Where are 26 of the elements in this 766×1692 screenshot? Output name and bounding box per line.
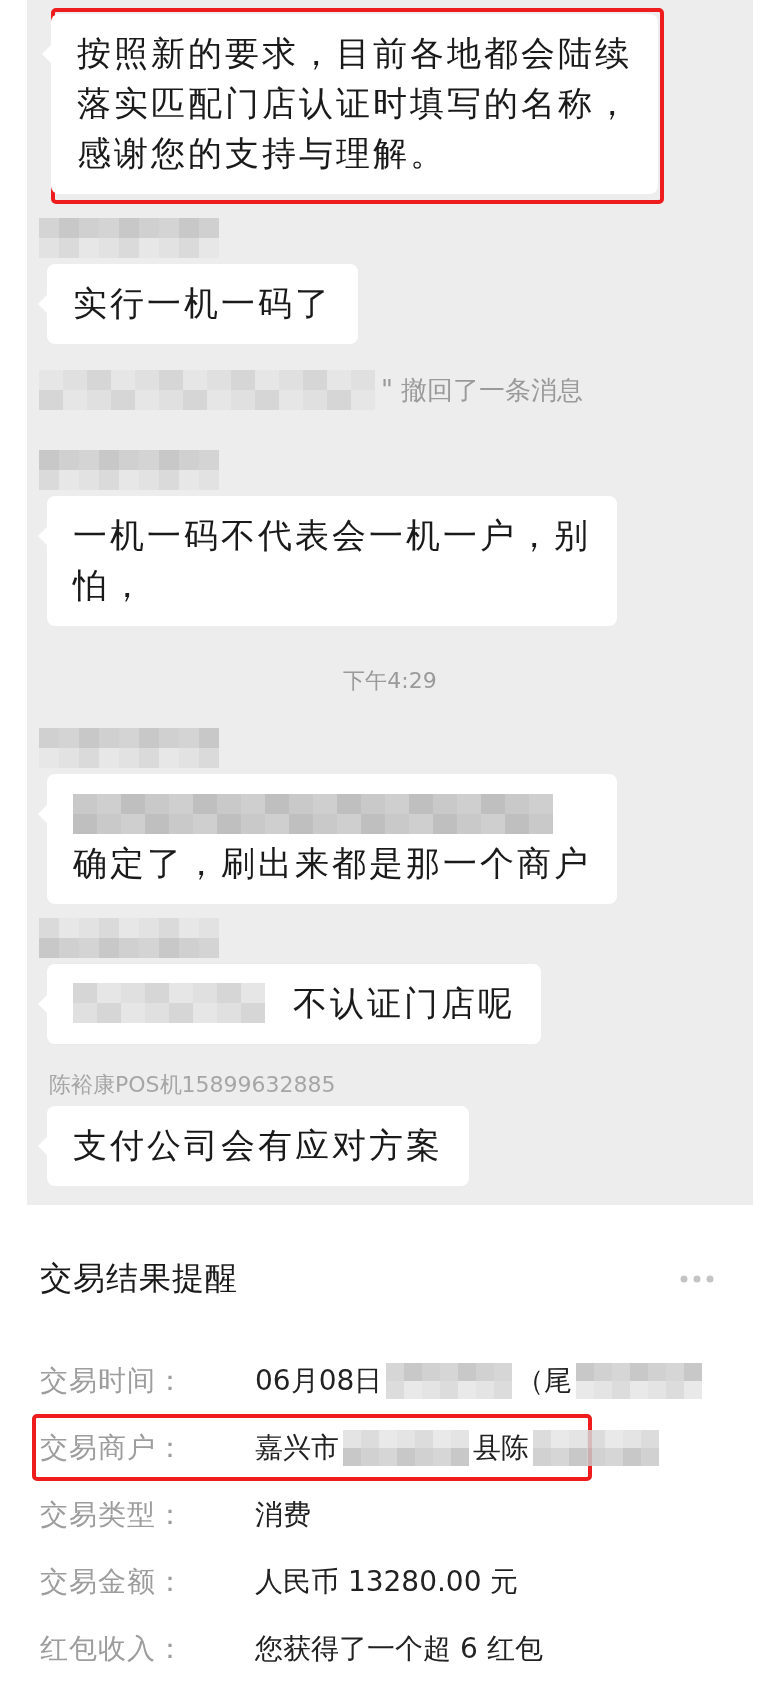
notice-title: 交易结果提醒	[40, 1258, 238, 1299]
message-text: 支付公司会有应对方案	[73, 1124, 443, 1167]
field-label: 交易时间：	[40, 1362, 186, 1399]
field-value: 您获得了一个超 6 红包	[255, 1630, 543, 1667]
field-label: 红包收入：	[40, 1630, 186, 1667]
message-text: 不认证门店呢	[293, 982, 515, 1025]
field-value: 消费	[255, 1496, 311, 1533]
message-text: 按照新的要求，目前各地都会陆续	[77, 32, 632, 75]
field-value: 人民币 13280.00 元	[255, 1563, 519, 1600]
timestamp: 下午4:29	[343, 667, 437, 695]
message-text: 怕，	[73, 564, 148, 607]
recall-notice: " 撤回了一条消息	[381, 373, 584, 407]
message-text: 落实匹配门店认证时填写的名称，	[77, 82, 632, 125]
message-text: 一机一码不代表会一机一户，别	[73, 514, 591, 557]
field-value: 嘉兴市	[255, 1429, 339, 1466]
sender-name: 陈裕康POS机15899632885	[49, 1071, 336, 1099]
message-text: 实行一机一码了	[73, 282, 332, 325]
field-label: 交易金额：	[40, 1563, 186, 1600]
field-value: 县陈	[473, 1429, 529, 1466]
field-value: 06月08日	[255, 1362, 383, 1399]
more-icon[interactable]	[680, 1275, 714, 1283]
field-value: （尾	[516, 1362, 573, 1399]
message-text: 确定了，刷出来都是那一个商户	[73, 842, 591, 885]
message-text: 感谢您的支持与理解。	[77, 132, 448, 175]
field-label: 交易商户：	[40, 1429, 186, 1466]
field-label: 交易类型：	[40, 1496, 186, 1533]
